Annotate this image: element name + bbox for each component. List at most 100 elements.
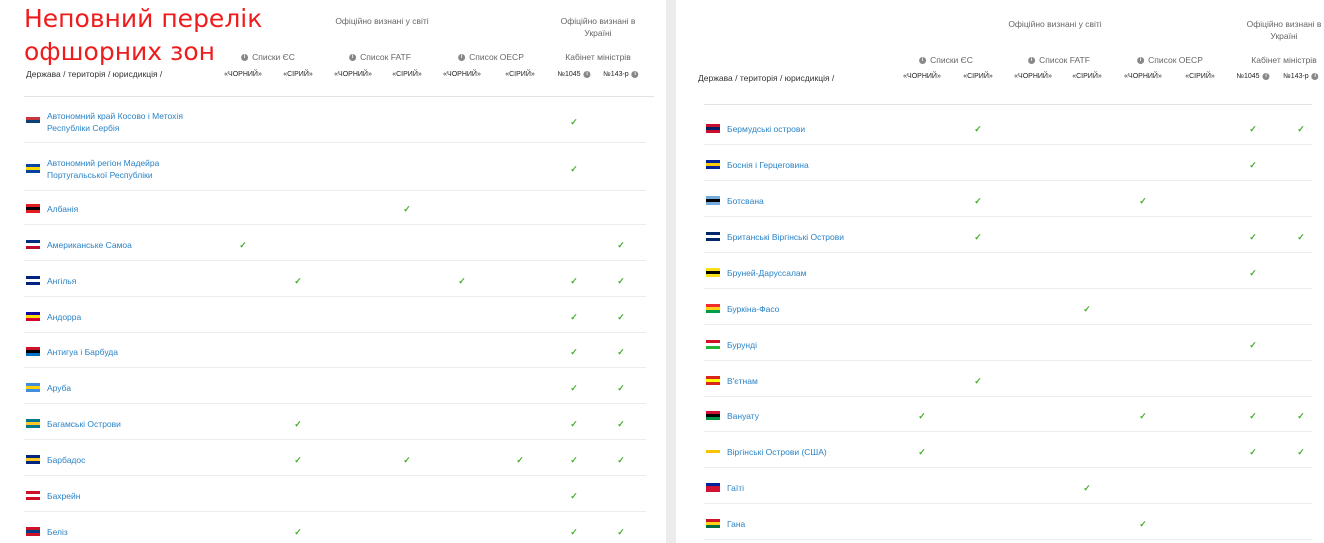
flag-icon-madeira [26,164,40,173]
flag-icon-antigua [26,347,40,356]
left-table-panel: Офіційно визнані у світі Офіційно визнані… [0,0,666,543]
flag-icon-vanuatu [706,410,720,420]
header-cabinet: Кабінет міністрів [565,52,631,62]
country-link[interactable]: В'єтнам [727,375,897,387]
header-no143: №143-р i [603,71,639,79]
flag-icon-samoa [26,240,40,249]
country-link[interactable]: Багамські Острови [47,418,217,430]
check-icon: ✓ [918,446,926,457]
info-icon[interactable]: i [919,57,927,65]
flag-icon-belize [26,527,40,536]
flag-icon-ghana [706,518,720,528]
info-icon[interactable]: i [583,71,591,78]
country-link[interactable]: Албанія [47,203,217,215]
check-icon: ✓ [570,383,578,393]
table-row: Бермудські острови ✓ ✓ ✓ [704,112,1312,145]
check-icon: ✓ [1249,123,1257,134]
header-jurisdiction: Держава / територія / юрисдикція / [26,69,163,79]
header-divider [24,96,654,97]
check-icon: ✓ [974,231,982,242]
table-row: Бруней-Даруссалам ✓ [704,256,1312,289]
table-row: Гаїті ✓ [704,471,1312,504]
header-no1045-label: №1045 [1236,73,1260,81]
header-no1045-label: №1045 [557,71,581,79]
info-icon[interactable]: i [631,71,639,78]
table-row: Буркіна-Фасо ✓ [704,292,1312,325]
info-icon[interactable]: i [1028,57,1036,65]
header-grey-subcolumn: «СІРИЙ» [505,71,535,78]
header-grey-subcolumn: «СІРИЙ» [1185,73,1215,80]
country-link[interactable]: Боснія і Герцеговина [727,159,897,171]
country-link[interactable]: Британські Віргінські Острови [727,231,897,243]
table-row: Андорра ✓ ✓ [24,301,646,333]
header-eu-list: i Списки ЄС [919,55,973,65]
country-link[interactable]: Антигуа і Барбуда [47,346,217,358]
country-link[interactable]: Андорра [47,311,217,323]
info-icon[interactable]: i [458,54,466,62]
check-icon: ✓ [1297,123,1305,134]
header-grey-subcolumn: «СІРИЙ» [392,71,422,78]
header-jurisdiction: Держава / територія / юрисдикція / [698,73,835,83]
check-icon: ✓ [617,383,625,393]
country-link[interactable]: Бермудські острови [727,123,897,135]
check-icon: ✓ [294,527,302,537]
table-row: Автономний регіон Мадейра Португальської… [24,147,646,191]
header-oecd-list-label: Список OECP [1148,55,1203,65]
header-ukraine-group-line2: Україні [1270,31,1298,41]
header-fatf-list-label: Список FATF [1039,55,1090,65]
flag-icon-botswana [706,195,720,205]
country-link[interactable]: Бруней-Даруссалам [727,267,897,279]
country-link[interactable]: Аруба [47,382,217,394]
header-black-subcolumn: «ЧОРНИЙ» [443,71,481,78]
country-link[interactable]: Бахрейн [47,490,217,502]
check-icon: ✓ [1083,303,1091,314]
table-row: Гана ✓ [704,507,1312,540]
check-icon: ✓ [294,419,302,429]
table-row: Аруба ✓ ✓ [24,372,646,404]
table-row: Автономний край Косово і Метохія Республ… [24,101,646,143]
header-black-subcolumn: «ЧОРНИЙ» [224,71,262,78]
header-grey-subcolumn: «СІРИЙ» [963,73,993,80]
country-link[interactable]: Автономний край Косово і Метохія Республ… [47,110,217,134]
check-icon: ✓ [458,276,466,286]
check-icon: ✓ [617,347,625,357]
country-link[interactable]: Беліз [47,526,217,538]
country-link[interactable]: Буркіна-Фасо [727,303,897,315]
info-icon[interactable]: i [1262,73,1270,80]
check-icon: ✓ [294,455,302,465]
header-eu-list-label: Списки ЄС [930,55,973,65]
country-link[interactable]: Гаїті [727,482,897,494]
header-ukraine-group-line2: Україні [584,28,612,38]
table-row: Ангілья ✓ ✓ ✓ ✓ [24,265,646,297]
info-icon[interactable]: i [1137,57,1145,65]
header-no143-label: №143-р [1283,73,1309,81]
check-icon: ✓ [974,123,982,134]
country-link[interactable]: Барбадос [47,454,217,466]
header-oecd-list: i Список OECP [458,52,524,62]
header-fatf-list: i Список FATF [349,52,411,62]
check-icon: ✓ [1249,267,1257,278]
check-icon: ✓ [617,455,625,465]
flag-icon-bvi [706,231,720,241]
info-icon[interactable]: i [349,54,357,62]
flag-icon-barbados [26,455,40,464]
country-link[interactable]: Ботсвана [727,195,897,207]
header-fatf-list: i Список FATF [1028,55,1090,65]
country-link[interactable]: Гана [727,518,897,530]
header-black-subcolumn: «ЧОРНИЙ» [1014,73,1052,80]
flag-icon-haiti [706,482,720,492]
country-link[interactable]: Бурунді [727,339,897,351]
header-no143-label: №143-р [603,71,629,79]
table-row: Віргінські Острови (США) ✓ ✓ ✓ [704,435,1312,468]
country-link[interactable]: Американське Самоа [47,239,217,251]
country-link[interactable]: Вануату [727,410,897,422]
table-row: Британські Віргінські Острови ✓ ✓ ✓ [704,220,1312,253]
country-link[interactable]: Віргінські Острови (США) [727,446,897,458]
flag-icon-vietnam [706,375,720,385]
country-link[interactable]: Автономний регіон Мадейра Португальської… [47,157,217,181]
check-icon: ✓ [617,240,625,250]
country-link[interactable]: Ангілья [47,275,217,287]
info-icon[interactable]: i [1311,73,1319,80]
table-row: Ботсвана ✓ ✓ [704,184,1312,217]
right-table-panel: Офіційно визнані у світі Офіційно визнані… [676,0,1324,543]
